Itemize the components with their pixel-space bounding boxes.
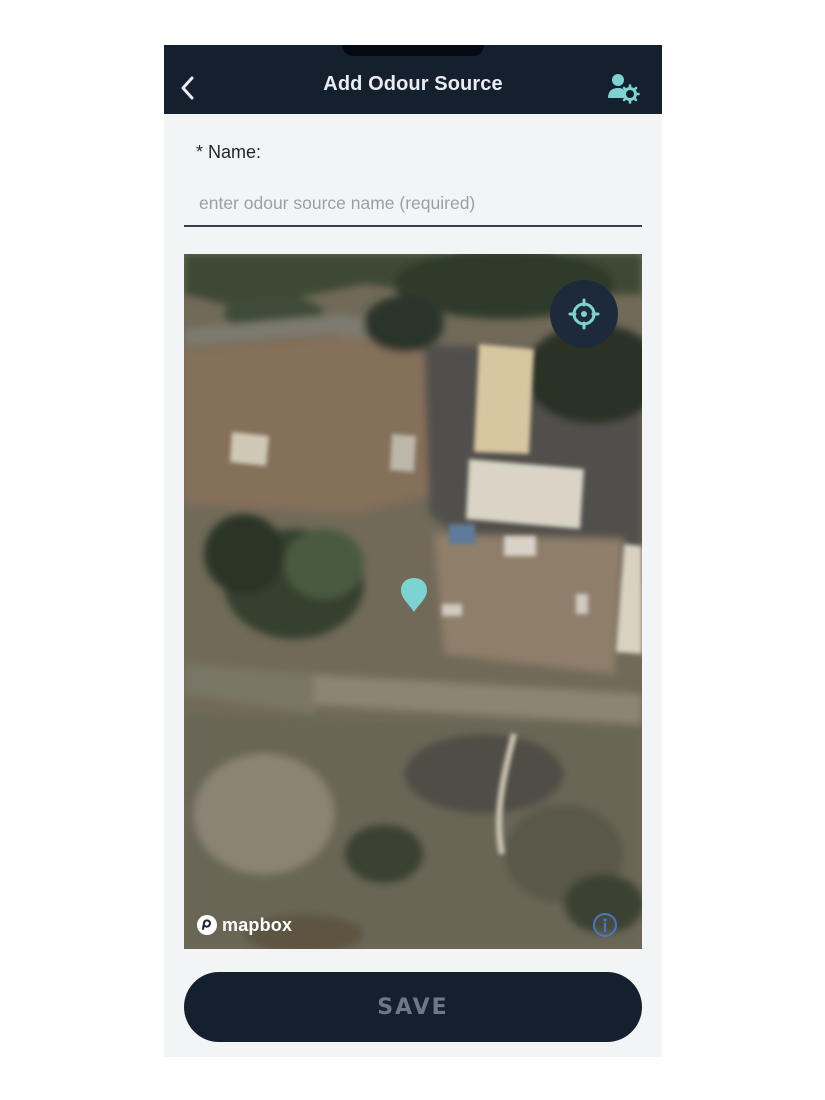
name-input[interactable]: [184, 181, 642, 227]
mapbox-logo-icon: [197, 915, 217, 935]
info-icon: [593, 913, 617, 937]
map-info-button[interactable]: [592, 912, 618, 938]
user-settings-button[interactable]: [606, 71, 640, 105]
save-button[interactable]: SAVE: [184, 972, 642, 1042]
app-screen: Add Odour Source * Name: enter odour sou…: [164, 45, 662, 1057]
back-button[interactable]: [174, 71, 200, 105]
location-marker[interactable]: [400, 577, 428, 613]
locate-me-button[interactable]: [550, 280, 618, 348]
chevron-left-icon: [181, 76, 194, 100]
user-settings-icon: [608, 74, 640, 104]
page-title: Add Odour Source: [323, 73, 503, 95]
crosshair-icon: [568, 298, 600, 330]
device-notch: [342, 45, 484, 56]
map-pin-icon: [401, 578, 427, 612]
mapbox-attribution[interactable]: mapbox: [196, 914, 292, 936]
name-label: * Name:: [196, 142, 262, 162]
app-header: Add Odour Source: [164, 45, 662, 114]
map-view[interactable]: mapbox: [184, 254, 642, 949]
mapbox-wordmark: mapbox: [222, 914, 293, 935]
